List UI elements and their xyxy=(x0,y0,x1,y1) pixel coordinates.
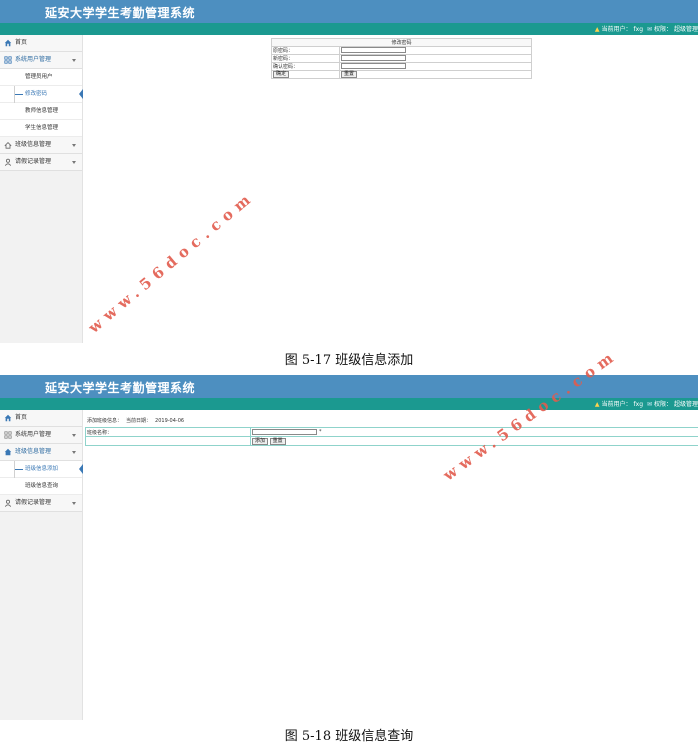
chevron-down-icon xyxy=(72,451,76,454)
grid-icon xyxy=(4,56,12,64)
role-value: 超级管理 xyxy=(673,401,698,408)
confirm-password-input[interactable] xyxy=(341,63,406,70)
old-password-input[interactable] xyxy=(341,47,406,54)
date-label: 当前日期： xyxy=(126,418,152,424)
old-password-label: 原密码： xyxy=(271,46,340,55)
menu-home[interactable]: 首页 xyxy=(0,35,82,52)
user-info: ▲ 当前用户： fxg ✉ 权限： 超级管理 xyxy=(593,24,698,33)
class-name-label: 班级名称： xyxy=(85,427,251,437)
form-heading: 修改密码 xyxy=(271,38,532,47)
menu-leave-mgmt[interactable]: 请假记录管理 xyxy=(0,495,82,512)
person-icon xyxy=(4,158,12,166)
menu-home-label: 首页 xyxy=(15,414,28,421)
menu-home-label: 首页 xyxy=(15,39,28,46)
menu-sys-users[interactable]: 系统用户管理 xyxy=(0,52,82,69)
menu-sys-users-label: 系统用户管理 xyxy=(15,431,52,438)
username[interactable]: fxg xyxy=(634,26,643,33)
screenshot-class-add: 延安大学学生考勤管理系统 ▲ 当前用户： fxg ✉ 权限： 超级管理 首页 系统用户管… xyxy=(0,375,698,720)
role-value: 超级管理 xyxy=(673,26,698,33)
reset-button[interactable]: 重置 xyxy=(269,437,286,445)
submenu-admin-users-label: 管理员用户 xyxy=(25,74,53,80)
role-label: 权限： xyxy=(653,26,672,33)
edit-icon: ✉ xyxy=(646,26,652,33)
required-mark: * xyxy=(319,429,322,436)
menu-sys-users[interactable]: 系统用户管理 xyxy=(0,427,82,444)
breadcrumb-label: 添加班级信息： xyxy=(87,418,123,424)
submenu-class-add-label: 班级信息添加 xyxy=(25,466,59,472)
active-arrow-icon xyxy=(79,464,83,474)
chevron-down-icon xyxy=(72,502,76,505)
app-title: 延安大学学生考勤管理系统 xyxy=(45,6,196,20)
active-marker xyxy=(15,469,23,470)
person-icon xyxy=(4,499,12,507)
submenu-class-query-label: 班级信息查询 xyxy=(25,483,59,489)
reset-button[interactable]: 重置 xyxy=(341,71,358,78)
class-add-form: 班级名称： * 添加 重置 xyxy=(85,427,698,446)
chevron-down-icon xyxy=(72,144,76,147)
chevron-down-icon xyxy=(72,59,76,62)
add-button[interactable]: 添加 xyxy=(252,437,269,445)
active-marker xyxy=(15,94,23,95)
breadcrumb: 添加班级信息： 当前日期： 2019-04-06 xyxy=(87,417,188,424)
role-label: 权限： xyxy=(653,401,672,408)
house-icon xyxy=(4,448,12,456)
main-content: 添加班级信息： 当前日期： 2019-04-06 班级名称： * 添加 重置 xyxy=(84,410,698,720)
main-content: 修改密码 原密码： 新密码： 确认密码： 确定 重置 xyxy=(84,35,698,343)
submenu-change-password[interactable]: 修改密码 xyxy=(0,86,83,103)
ok-button[interactable]: 确定 xyxy=(273,71,290,78)
empty-cell xyxy=(85,436,251,446)
submenu-student-info-label: 学生信息管理 xyxy=(25,125,59,131)
submenu-teacher-info-label: 教师信息管理 xyxy=(25,108,59,114)
menu-home[interactable]: 首页 xyxy=(0,410,82,427)
username[interactable]: fxg xyxy=(634,401,643,408)
chevron-down-icon xyxy=(72,434,76,437)
menu-leave-mgmt-label: 请假记录管理 xyxy=(15,158,52,165)
submenu-teacher-info[interactable]: 教师信息管理 xyxy=(0,103,82,120)
menu-class-mgmt[interactable]: 班级信息管理 xyxy=(0,444,82,461)
change-password-form: 修改密码 原密码： 新密码： 确认密码： 确定 重置 xyxy=(271,38,532,79)
submenu-class-add[interactable]: 班级信息添加 xyxy=(0,461,83,478)
submenu-class-query[interactable]: 班级信息查询 xyxy=(0,478,82,495)
active-arrow-icon xyxy=(79,89,83,99)
class-name-input[interactable] xyxy=(252,428,317,435)
sidebar: 首页 系统用户管理 班级信息管理 班级信息添加 班级信息查询 请假记录管理 xyxy=(0,410,83,720)
house-icon xyxy=(4,142,12,149)
user-icon: ▲ xyxy=(594,26,600,33)
app-header: 延安大学学生考勤管理系统 xyxy=(0,0,698,23)
submenu-admin-users[interactable]: 管理员用户 xyxy=(0,69,82,86)
submenu-change-password-label: 修改密码 xyxy=(25,91,48,97)
confirm-password-cell xyxy=(339,62,532,71)
menu-class-mgmt-label: 班级信息管理 xyxy=(15,141,52,148)
reset-button-cell: 重置 xyxy=(339,70,532,79)
current-user-label: 当前用户： xyxy=(601,26,632,33)
user-icon: ▲ xyxy=(594,401,600,408)
user-info: ▲ 当前用户： fxg ✉ 权限： 超级管理 xyxy=(593,399,698,408)
chevron-down-icon xyxy=(72,161,76,164)
screenshot-change-password: 延安大学学生考勤管理系统 ▲ 当前用户： fxg ✉ 权限： 超级管理 首页 系统用户管… xyxy=(0,0,698,343)
current-date: 2019-04-06 xyxy=(155,418,185,424)
top-status-bar: ▲ 当前用户： fxg ✉ 权限： 超级管理 xyxy=(0,398,698,410)
menu-sys-users-label: 系统用户管理 xyxy=(15,56,52,63)
menu-leave-mgmt[interactable]: 请假记录管理 xyxy=(0,154,82,171)
app-title: 延安大学学生考勤管理系统 xyxy=(45,381,196,395)
grid-icon xyxy=(4,431,12,439)
class-name-cell: * xyxy=(250,427,698,437)
new-password-input[interactable] xyxy=(341,55,406,62)
confirm-password-label: 确认密码： xyxy=(271,62,340,71)
edit-icon: ✉ xyxy=(646,401,652,408)
home-icon xyxy=(4,414,12,422)
new-password-cell xyxy=(339,54,532,63)
home-icon xyxy=(4,39,12,47)
menu-class-mgmt[interactable]: 班级信息管理 xyxy=(0,137,82,154)
top-status-bar: ▲ 当前用户： fxg ✉ 权限： 超级管理 xyxy=(0,23,698,35)
old-password-cell xyxy=(339,46,532,55)
new-password-label: 新密码： xyxy=(271,54,340,63)
ok-button-cell: 确定 xyxy=(271,70,340,79)
submenu-student-info[interactable]: 学生信息管理 xyxy=(0,120,82,137)
menu-leave-mgmt-label: 请假记录管理 xyxy=(15,499,52,506)
current-user-label: 当前用户： xyxy=(601,401,632,408)
menu-class-mgmt-label: 班级信息管理 xyxy=(15,448,52,455)
sidebar: 首页 系统用户管理 管理员用户 修改密码 教师信息管理 学生信息管理 班级信息管… xyxy=(0,35,83,343)
figure-caption-2: 图 5-18 班级信息查询 xyxy=(284,729,414,744)
